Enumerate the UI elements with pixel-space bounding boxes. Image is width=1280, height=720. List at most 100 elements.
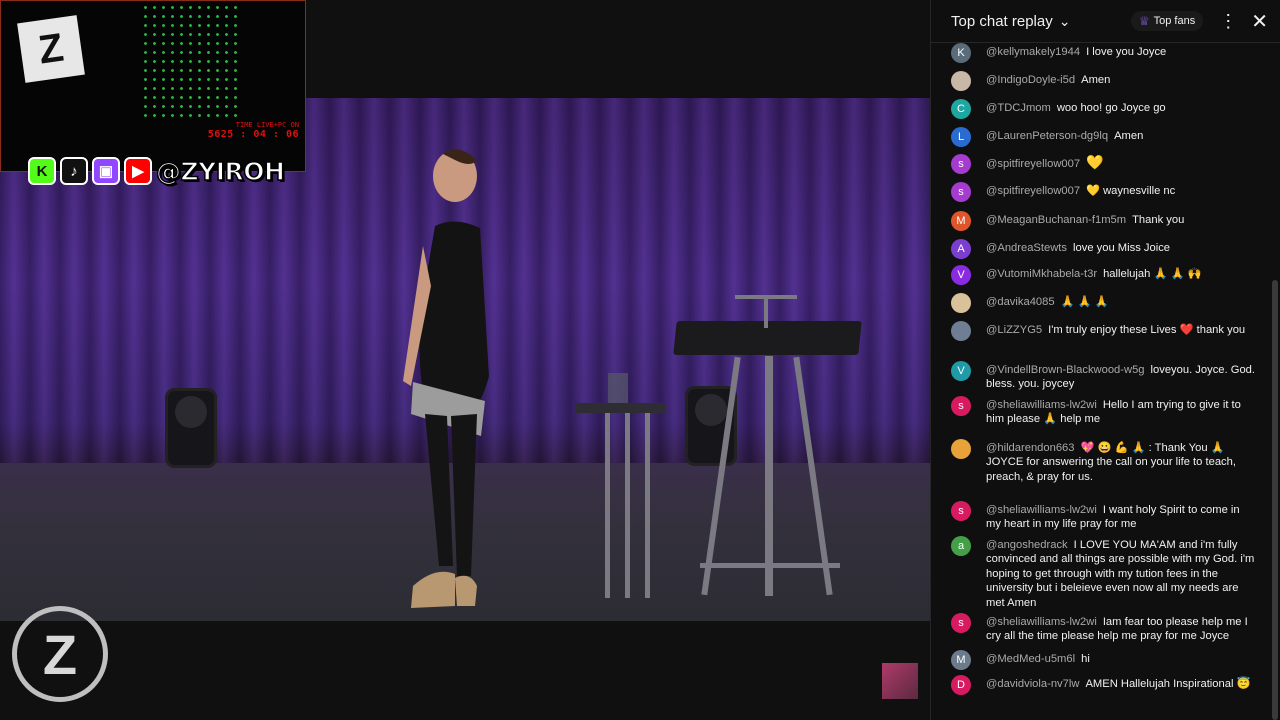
chat-message: C @TDCJmom woo hoo! go Joyce go	[951, 99, 1256, 119]
chat-message: @hildarendon663 💖 😀 💪 🙏 : Thank You 🙏 JOY…	[951, 439, 1256, 484]
chat-author[interactable]: @LaurenPeterson-dg9lq	[986, 130, 1108, 142]
chat-author[interactable]: @IndigoDoyle-i5d	[986, 74, 1075, 86]
avatar[interactable]: s	[951, 501, 971, 521]
chat-message: V @VindellBrown-Blackwood-w5g loveyou. Jo…	[951, 361, 1256, 392]
tiktok-icon: ♪	[60, 157, 88, 185]
chat-author[interactable]: @VutomiMkhabela-t3r	[986, 268, 1097, 280]
avatar[interactable]: L	[951, 127, 971, 147]
chat-author[interactable]: @davika4085	[986, 296, 1055, 308]
chat-message: @IndigoDoyle-i5d Amen	[951, 71, 1256, 91]
chat-author[interactable]: @VindellBrown-Blackwood-w5g	[986, 364, 1145, 376]
more-options-icon[interactable]: ⋮	[1219, 11, 1237, 32]
speaker-figure	[403, 149, 489, 608]
chat-author[interactable]: @sheliawilliams-lw2wi	[986, 504, 1097, 516]
chat-header: Top chat replay ⌄ ♕ Top fans ⋮ ✕	[931, 0, 1280, 43]
lectern-post	[765, 356, 773, 596]
chat-text: 💛	[1086, 155, 1104, 171]
logo-card: Z	[17, 15, 85, 83]
lectern-mic-stand	[764, 298, 768, 328]
chat-author[interactable]: @spitfireyellow007	[986, 185, 1080, 197]
avatar[interactable]	[951, 293, 971, 313]
chat-message: D @davidviola-nv7lw AMEN Hallelujah Inspi…	[951, 675, 1256, 695]
led-wall	[141, 3, 241, 123]
chevron-down-icon[interactable]: ⌄	[1059, 13, 1071, 30]
chat-author[interactable]: @kellymakely1944	[986, 46, 1080, 58]
chat-text: Amen	[1081, 74, 1111, 86]
avatar[interactable]: V	[951, 361, 971, 381]
chat-text: AMEN Hallelujah Inspirational 😇	[1085, 678, 1251, 690]
chat-message: M @MedMed-u5m6l hi	[951, 650, 1256, 670]
chat-message: s @sheliawilliams-lw2wi I want holy Spiri…	[951, 501, 1256, 532]
chat-author[interactable]: @hildarendon663	[986, 442, 1075, 454]
streamer-webcam-overlay: Z TIME LIVE+PC ON 5625 : 04 : 06	[0, 0, 306, 172]
timer-value: 5625 : 04 : 06	[207, 129, 299, 140]
chat-message: s @spitfireyellow007 💛	[951, 154, 1256, 174]
chat-author[interactable]: @sheliawilliams-lw2wi	[986, 616, 1097, 628]
chat-author[interactable]: @TDCJmom	[986, 102, 1051, 114]
avatar[interactable]	[951, 439, 971, 459]
avatar[interactable]: D	[951, 675, 971, 695]
chat-text: woo hoo! go Joyce go	[1056, 102, 1166, 114]
chat-message: s @spitfireyellow007 💛 waynesville nc	[951, 182, 1256, 202]
chat-text: I'm truly enjoy these Lives ❤️ thank you	[1048, 324, 1246, 336]
chat-author[interactable]: @davidviola-nv7lw	[986, 678, 1079, 690]
chat-message: K @kellymakely1944 I love you Joyce	[951, 43, 1256, 63]
stage-light	[165, 388, 217, 468]
chat-author[interactable]: @spitfireyellow007	[986, 158, 1080, 170]
youtube-icon: ▶	[124, 157, 152, 185]
table-leg	[645, 413, 650, 598]
chat-message: s @sheliawilliams-lw2wi Hello I am trying…	[951, 396, 1256, 427]
chat-message: @LiZZYG5 I'm truly enjoy these Lives ❤️ t…	[951, 321, 1256, 341]
chat-text: 💛 waynesville nc	[1086, 185, 1176, 197]
side-table	[575, 403, 665, 413]
chat-message: a @angoshedrack I LOVE YOU MA'AM and i'm …	[951, 536, 1256, 610]
avatar[interactable]: C	[951, 99, 971, 119]
avatar[interactable]: M	[951, 650, 971, 670]
streamer-handle: @ZYIROH	[155, 156, 285, 187]
chat-text: hallelujah 🙏 🙏 🙌	[1103, 268, 1202, 280]
avatar[interactable]: s	[951, 613, 971, 633]
chat-author[interactable]: @AndreaStewts	[986, 242, 1067, 254]
kick-icon: K	[28, 157, 56, 185]
chat-author[interactable]: @angoshedrack	[986, 539, 1068, 551]
close-icon[interactable]: ✕	[1251, 9, 1268, 34]
chat-author[interactable]: @sheliawilliams-lw2wi	[986, 399, 1097, 411]
lectern-base	[700, 563, 840, 568]
chat-message: s @sheliawilliams-lw2wi Iam fear too plea…	[951, 613, 1256, 644]
channel-watermark-logo: Z	[12, 606, 108, 702]
avatar[interactable]: A	[951, 239, 971, 259]
live-timer: TIME LIVE+PC ON 5625 : 04 : 06	[208, 121, 299, 140]
avatar[interactable]: s	[951, 396, 971, 416]
chat-message: A @AndreaStewts love you Miss Joice	[951, 239, 1256, 259]
chat-text: love you Miss Joice	[1073, 242, 1171, 254]
chat-author[interactable]: @LiZZYG5	[986, 324, 1042, 336]
avatar[interactable]	[951, 321, 971, 341]
top-fans-label: Top fans	[1153, 15, 1196, 27]
avatar[interactable]: M	[951, 211, 971, 231]
chat-message: @davika4085 🙏 🙏 🙏	[951, 293, 1256, 313]
chat-text: Amen	[1114, 130, 1144, 142]
avatar[interactable]	[951, 71, 971, 91]
twitch-icon: ▣	[92, 157, 120, 185]
avatar[interactable]: a	[951, 536, 971, 556]
chat-author[interactable]: @MeaganBuchanan-f1m5m	[986, 214, 1126, 226]
chat-message: M @MeaganBuchanan-f1m5m Thank you	[951, 211, 1256, 231]
video-thumbnail[interactable]	[882, 663, 918, 699]
live-chat-panel: Top chat replay ⌄ ♕ Top fans ⋮ ✕ K @kell…	[930, 0, 1280, 720]
chat-message: V @VutomiMkhabela-t3r hallelujah 🙏 🙏 🙌	[951, 265, 1256, 285]
table-leg	[625, 413, 630, 598]
water-glass	[608, 373, 628, 403]
chat-scrollbar[interactable]	[1272, 280, 1278, 720]
video-player[interactable]: Z TIME LIVE+PC ON 5625 : 04 : 06 K ♪ ▣ ▶…	[0, 0, 930, 720]
chat-author[interactable]: @MedMed-u5m6l	[986, 653, 1075, 665]
table-leg	[605, 413, 610, 598]
avatar[interactable]: V	[951, 265, 971, 285]
top-fans-button[interactable]: ♕ Top fans	[1130, 11, 1204, 31]
chat-mode-selector[interactable]: Top chat replay	[951, 13, 1053, 30]
timer-label: TIME LIVE+PC ON	[235, 121, 299, 129]
chat-text: Thank you	[1132, 214, 1185, 226]
avatar[interactable]: K	[951, 43, 971, 63]
avatar[interactable]: s	[951, 154, 971, 174]
avatar[interactable]: s	[951, 182, 971, 202]
crown-icon: ♕	[1138, 14, 1150, 28]
